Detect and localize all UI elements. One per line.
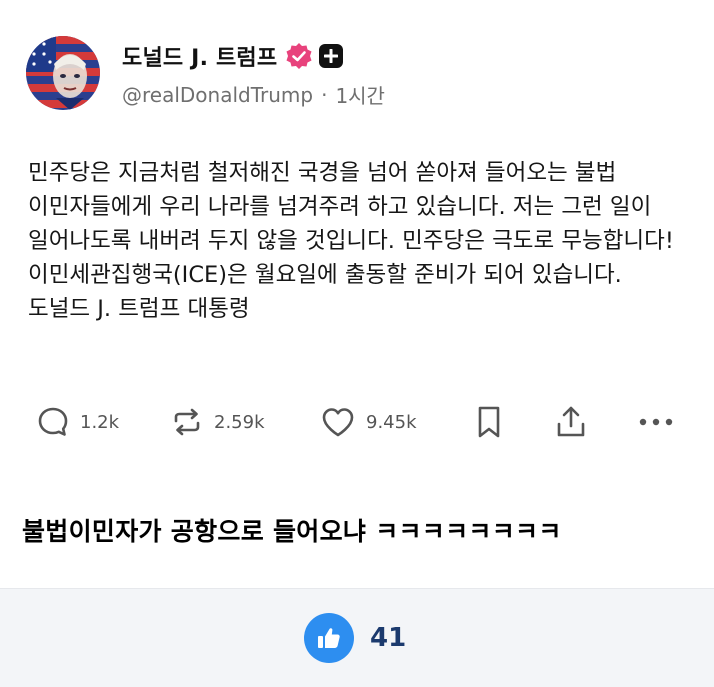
post-text: 민주당은 지금처럼 철저해진 국경을 넘어 쏟아져 들어오는 불법 이민자들에게… [28,160,674,322]
handle-row: @realDonaldTrump · 1시간 [122,80,385,109]
timestamp: 1시간 [335,84,385,108]
page: 도널드 J. 트럼프 @realDonaldTrump · 1시간 민주당은 지… [0,0,714,687]
share-button[interactable] [554,404,588,440]
plus-square-icon[interactable] [319,44,344,68]
footer-like-button[interactable]: 41 [304,613,406,663]
like-button[interactable]: 9.45k [320,405,417,439]
repost-count: 2.59k [214,411,265,433]
reply-bubble-icon [36,405,70,439]
thumbs-up-icon [304,613,354,663]
repost-button[interactable]: 2.59k [170,405,265,439]
post-header: 도널드 J. 트럼프 @realDonaldTrump · 1시간 [26,36,385,110]
action-bar: 1.2k 2.59k 9.45k [36,400,682,444]
repost-arrows-icon [170,405,204,439]
separator: · [321,82,328,107]
heart-icon [320,405,356,439]
footer-like-count: 41 [370,623,407,653]
verified-badge-icon [285,42,313,70]
avatar[interactable] [26,36,100,110]
bookmark-button[interactable] [474,404,504,440]
bookmark-icon [474,404,504,440]
footer-bar: 41 [0,588,714,687]
name-row: 도널드 J. 트럼프 [122,41,385,71]
more-dots-icon [638,417,674,427]
author-identity: 도널드 J. 트럼프 @realDonaldTrump · 1시간 [122,41,385,109]
reply-button[interactable]: 1.2k [36,405,119,439]
handle[interactable]: @realDonaldTrump [122,83,313,107]
comment-text: 불법이민자가 공항으로 들어오냐 ㅋㅋㅋㅋㅋㅋㅋㅋ [22,517,562,546]
share-upload-icon [554,404,588,440]
like-count: 9.45k [366,411,417,433]
display-name[interactable]: 도널드 J. 트럼프 [122,40,277,72]
more-button[interactable] [638,417,674,427]
reply-count: 1.2k [80,411,120,433]
